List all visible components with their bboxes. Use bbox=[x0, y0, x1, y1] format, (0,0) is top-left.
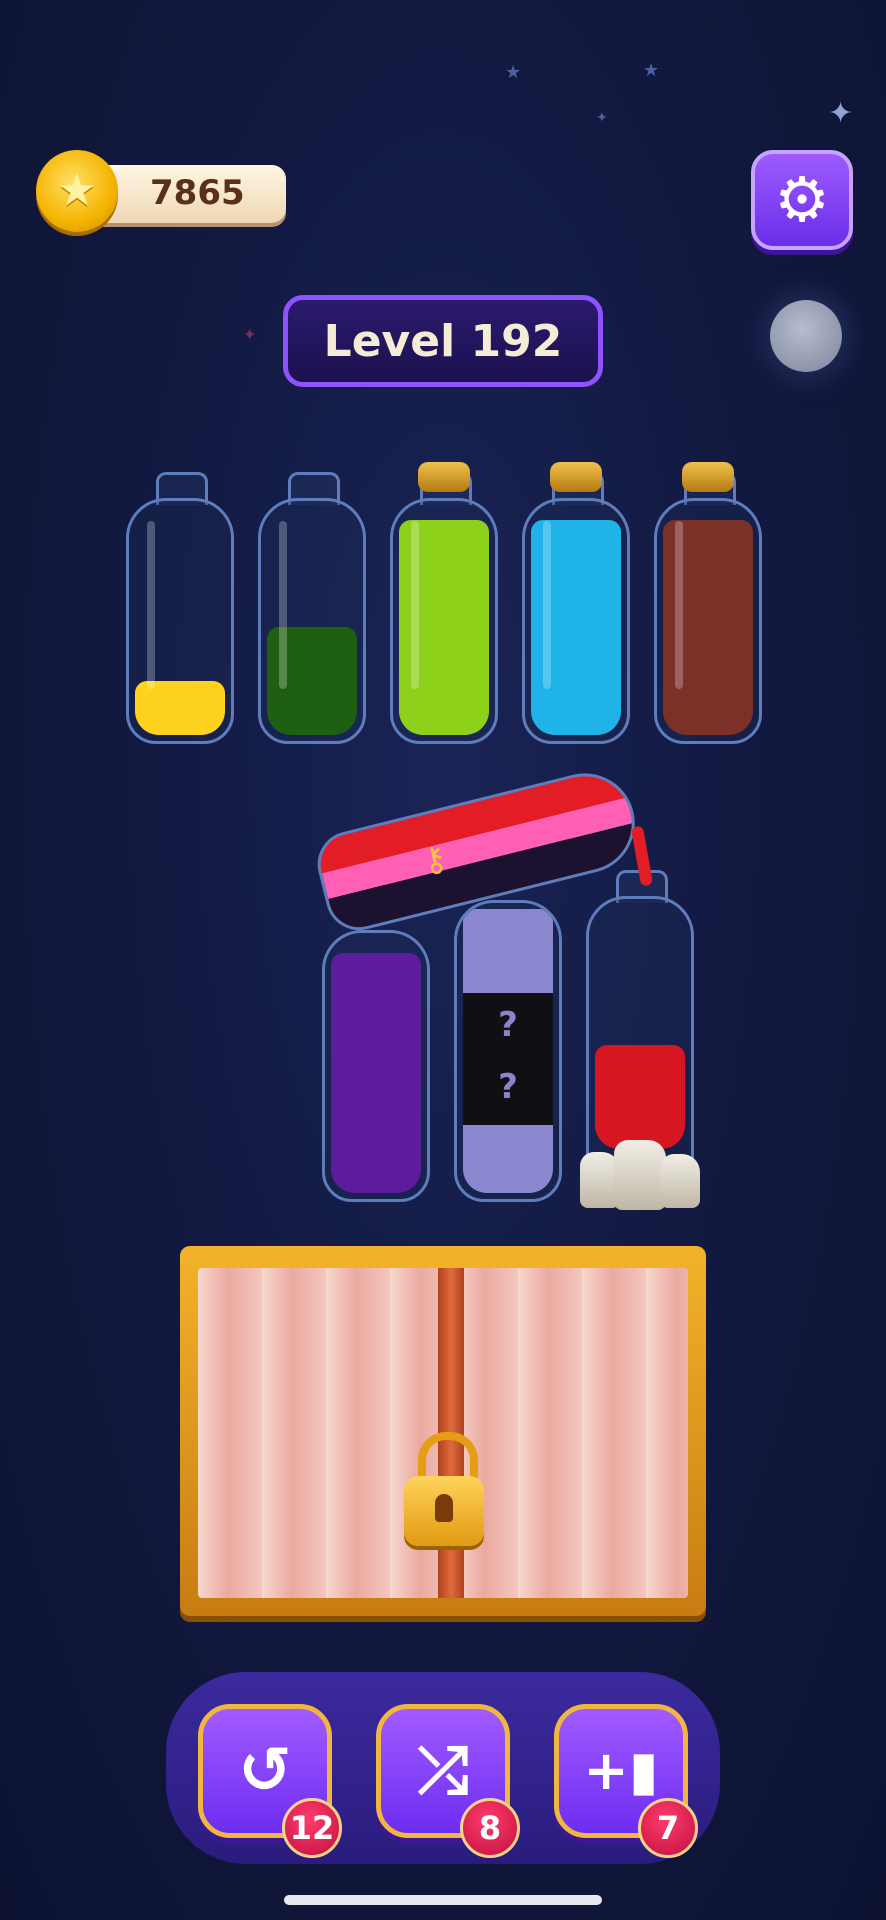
star-decoration-icon: ★ bbox=[643, 60, 660, 81]
sparkle-icon: ✦ bbox=[828, 96, 854, 131]
liquid-layer bbox=[331, 953, 421, 1193]
undo-count-badge: 12 bbox=[282, 1798, 342, 1858]
liquid-layer bbox=[135, 681, 225, 735]
add-bottle-icon: +▮ bbox=[583, 1739, 659, 1802]
unknown-color-mark: ? bbox=[498, 1005, 518, 1045]
hidden-layer: ? ? bbox=[463, 993, 553, 1125]
bottle-7[interactable]: ? ? bbox=[454, 900, 562, 1202]
bottle-3[interactable] bbox=[390, 462, 498, 744]
rock-obstacle bbox=[580, 1132, 704, 1212]
bottle-4[interactable] bbox=[522, 462, 630, 744]
shuffle-icon: ⤮ bbox=[417, 1734, 469, 1808]
level-badge: Level 192 bbox=[283, 295, 603, 387]
level-title: Level 192 bbox=[323, 315, 563, 367]
gear-icon: ⚙ bbox=[774, 163, 830, 236]
bottle-2[interactable] bbox=[258, 472, 366, 744]
cork-icon bbox=[418, 462, 470, 492]
star-decoration-icon: ✦ bbox=[596, 110, 608, 126]
floating-assist-button[interactable] bbox=[770, 300, 842, 372]
star-coin-icon: ★ bbox=[36, 150, 118, 232]
bottle-6[interactable] bbox=[322, 930, 430, 1202]
unknown-color-mark: ? bbox=[498, 1067, 518, 1107]
settings-button[interactable]: ⚙ bbox=[751, 150, 853, 250]
cork-icon bbox=[682, 462, 734, 492]
shuffle-count-badge: 8 bbox=[460, 1798, 520, 1858]
home-indicator[interactable] bbox=[284, 1895, 602, 1905]
bottle-1[interactable] bbox=[126, 472, 234, 744]
star-decoration-icon: ★ bbox=[505, 62, 522, 83]
bottle-5[interactable] bbox=[654, 462, 762, 744]
undo-icon: ↺ bbox=[238, 1734, 292, 1808]
star-decoration-icon: ✦ bbox=[243, 325, 257, 344]
padlock-icon bbox=[404, 1432, 484, 1550]
key-icon: ⚷ bbox=[417, 837, 452, 883]
cork-icon bbox=[550, 462, 602, 492]
bottle-8[interactable] bbox=[586, 870, 694, 1192]
add-bottle-count-badge: 7 bbox=[638, 1798, 698, 1858]
coin-balance: 7865 bbox=[150, 173, 245, 213]
locked-bottle-slot[interactable] bbox=[180, 1246, 706, 1616]
